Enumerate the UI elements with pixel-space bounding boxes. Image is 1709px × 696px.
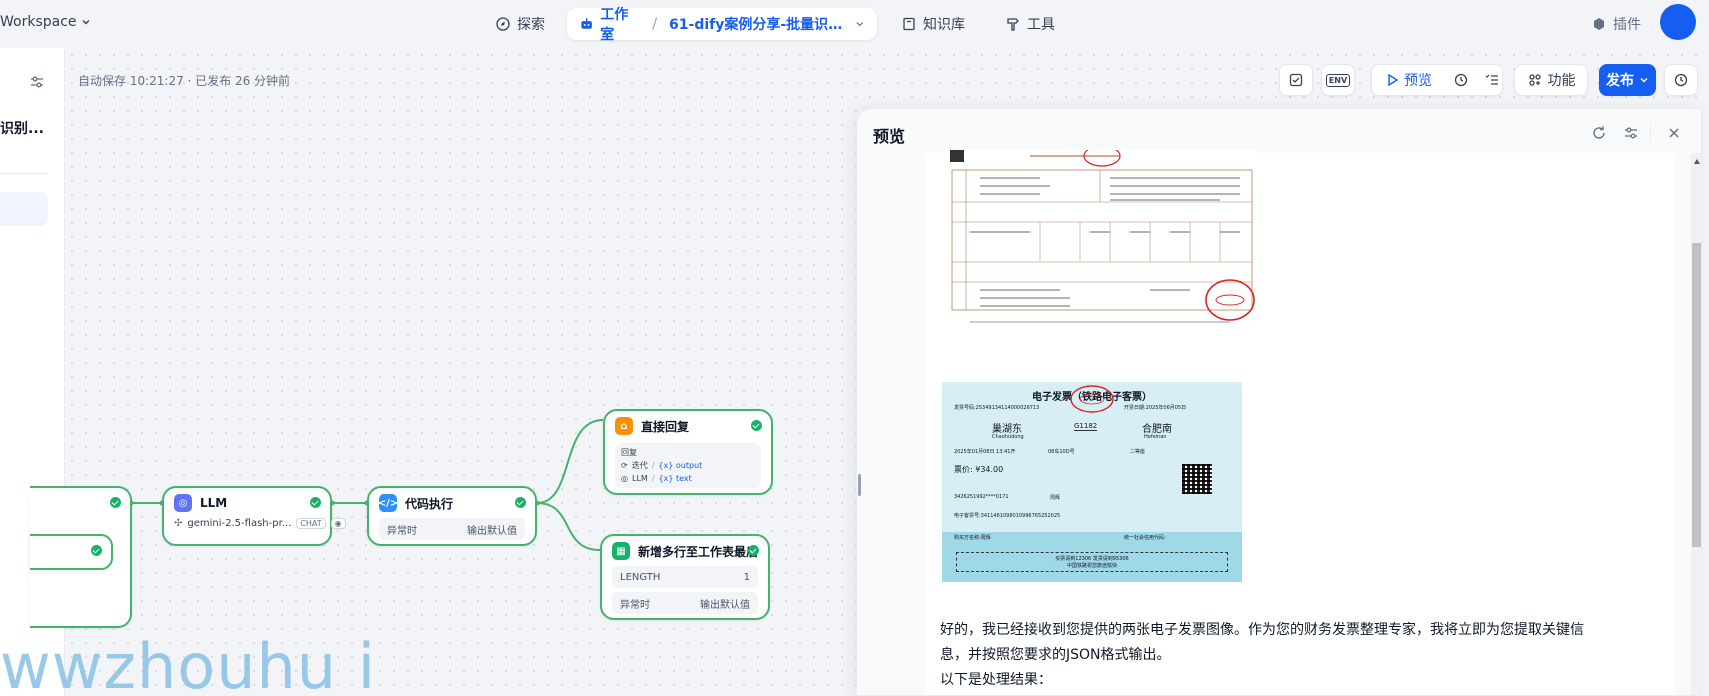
sheet-node[interactable]: ▦ 新增多行至工作表最后 LENGTH 1 异常时 输出默认值: [600, 534, 770, 620]
run-history-icon[interactable]: [1453, 72, 1469, 88]
code-node[interactable]: </> 代码执行 异常时 输出默认值: [367, 486, 537, 546]
scroll-up-arrow[interactable]: [1694, 159, 1700, 164]
scrollbar-thumb[interactable]: [1692, 243, 1701, 547]
llm-node[interactable]: ◎ LLM ✣ gemini-2.5-flash-pr... CHAT ◉: [162, 486, 346, 546]
llm-small-icon: ◎: [621, 474, 628, 483]
iteration-child-node[interactable]: [30, 534, 113, 570]
list-check-icon[interactable]: [1484, 72, 1500, 88]
loop-icon: ⟳: [621, 461, 628, 470]
success-icon: [91, 545, 102, 556]
answer-node[interactable]: ⌂ 直接回复 回复 ⟳ 迭代 / {x} output ◎ LLM / {x} text: [603, 409, 773, 495]
edge: [536, 419, 604, 504]
checklist-icon: [1289, 73, 1303, 87]
checklist-button[interactable]: [1279, 64, 1313, 96]
preview-button[interactable]: 预览: [1384, 70, 1432, 90]
gemini-icon: ✣: [174, 518, 183, 529]
success-icon: [110, 497, 121, 508]
close-icon[interactable]: [1665, 124, 1683, 142]
divider: [1650, 124, 1651, 142]
red-seal: [1070, 385, 1114, 413]
eye-icon: ◉: [330, 518, 346, 529]
preview-button-group: 预览: [1371, 64, 1503, 96]
chevron-down-icon: [1640, 78, 1648, 83]
code-icon: </>: [378, 494, 398, 512]
apps-icon: [1528, 74, 1541, 86]
length-row: LENGTH 1: [612, 566, 758, 588]
invoice-image-1: [950, 145, 1256, 326]
refresh-icon[interactable]: [1590, 124, 1608, 142]
exception-row: 异常时 输出默认值: [379, 518, 525, 540]
version-history-button[interactable]: [1664, 64, 1698, 96]
answer-icon: ⌂: [615, 417, 633, 435]
watermark-text: wwzhouhu i: [0, 630, 377, 696]
answer-content: 回复 ⟳ 迭代 / {x} output ◎ LLM / {x} text: [615, 443, 761, 488]
publish-button[interactable]: 发布: [1599, 64, 1656, 96]
assistant-message: 好的，我已经接收到您提供的两张电子发票图像。作为您的财务发票整理专家，我将立即为…: [940, 622, 1584, 688]
play-icon: [1388, 73, 1399, 87]
qr-code: [1182, 464, 1212, 494]
success-icon: [751, 420, 762, 431]
invoice-image-2: 电子发票（铁路电子客票） 发票号码:25349134114000026713 开…: [942, 382, 1242, 582]
mode-badge: CHAT: [296, 518, 326, 529]
env-button[interactable]: ENV: [1321, 64, 1355, 96]
spreadsheet-icon: ▦: [612, 542, 630, 560]
success-icon: [515, 497, 526, 508]
env-icon: ENV: [1325, 73, 1351, 87]
success-icon: [310, 497, 321, 508]
vat-invoice-graphic: [950, 145, 1255, 323]
panel-resize-handle[interactable]: [858, 474, 861, 496]
llm-icon: ◎: [174, 494, 192, 512]
exception-row: 异常时 输出默认值: [612, 592, 758, 614]
invoice-footer: 购买方名称:周辉 统一社会信用代码: 买票请到12306 发货请到95306 中…: [942, 532, 1242, 582]
model-name: gemini-2.5-flash-pr...: [187, 518, 292, 529]
features-button[interactable]: 功能: [1514, 64, 1588, 96]
settings-sliders-icon[interactable]: [1622, 124, 1640, 142]
scrollbar[interactable]: [1691, 153, 1701, 695]
history-icon: [1674, 73, 1688, 87]
edge: [536, 502, 601, 551]
invoice-notice-box: 买票请到12306 发货请到95306 中国铁路祝您旅途愉快: [956, 552, 1228, 572]
preview-title: 预览: [873, 127, 906, 146]
success-icon: [748, 545, 759, 556]
